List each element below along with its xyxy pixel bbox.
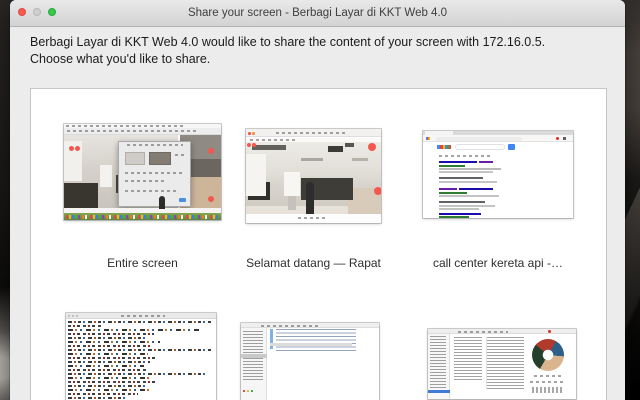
mini-dock — [64, 213, 221, 220]
record-indicator-icon — [75, 146, 80, 151]
record-indicator-icon — [368, 143, 376, 151]
dock-icons-noise — [66, 215, 219, 219]
thumbnail-selamat-datang-rapat[interactable] — [246, 129, 381, 223]
mini-selected-row-blue — [428, 390, 450, 393]
mini-menu-icon — [563, 137, 566, 140]
mini-selected-code-line — [270, 343, 352, 346]
mini-ide-right-pane — [486, 337, 524, 389]
menu-text-noise — [66, 125, 186, 127]
mini-person-figure — [306, 182, 314, 214]
mini-search-results-page — [423, 142, 573, 218]
mini-round-multicolor-logo — [532, 339, 564, 371]
mini-favicon — [426, 137, 430, 140]
mini-ide-middle-pane — [454, 337, 482, 382]
mini-file-tree-sidebar — [241, 328, 267, 400]
mini-traffic-orange — [252, 132, 255, 135]
label-entire-screen: Entire screen — [107, 256, 178, 270]
mini-selected-file-row — [241, 354, 267, 358]
mini-share-dialog — [118, 141, 191, 207]
mini-extension-icon — [556, 137, 559, 140]
mini-ide-sidebar — [428, 334, 450, 399]
record-indicator-icon — [69, 146, 74, 151]
share-screen-dialog: Share your screen - Berbagi Layar di KKT… — [10, 0, 625, 400]
thumbnail-ide-with-logo-window[interactable] — [428, 329, 576, 399]
toolbar-text-noise — [67, 130, 197, 132]
mini-code-lines — [276, 329, 356, 351]
record-indicator-icon — [252, 143, 256, 147]
thumbnail-entire-screen[interactable] — [64, 124, 221, 220]
mini-ide-toolbar — [428, 329, 576, 334]
thumbnail-terminal-window[interactable] — [66, 313, 216, 400]
record-indicator-icon — [208, 148, 214, 154]
label-call-center-kereta-api: call center kereta api -… — [432, 256, 564, 270]
window-title: Share your screen - Berbagi Layar di KKT… — [187, 7, 448, 19]
mini-results-nav-noise — [439, 155, 491, 157]
mini-red-status-dot — [548, 330, 551, 333]
mini-browser-toolbar — [64, 128, 221, 135]
mini-terminal-titlebar — [66, 313, 216, 319]
label-selamat-datang-rapat: Selamat datang — Rapat — [246, 256, 381, 270]
mini-dialog-title-noise — [127, 144, 183, 146]
mini-editor-gutter — [270, 329, 273, 349]
mini-traffic-red — [248, 132, 251, 135]
mini-address-field — [436, 136, 522, 141]
message-line-2: Choose what you'd like to share. — [30, 52, 211, 66]
record-indicator-icon — [374, 187, 381, 195]
share-options-panel: Entire screen Selamat datang — Rapat cal… — [30, 88, 607, 400]
thumbnail-code-editor-window[interactable] — [241, 323, 379, 400]
mini-url-bar — [423, 135, 573, 142]
record-indicator-icon — [208, 196, 214, 202]
mini-person-figure — [159, 196, 165, 209]
mini-search-button — [508, 144, 515, 150]
mini-google-logo — [437, 145, 451, 149]
mini-preview-thumb — [125, 152, 145, 165]
dialog-message: Berbagi Layar di KKT Web 4.0 would like … — [30, 34, 610, 68]
mini-caption-strip — [246, 214, 381, 223]
mini-terminal-output — [68, 321, 214, 400]
thumbnail-call-center-kereta-api[interactable] — [423, 131, 573, 218]
window-titlebar[interactable]: Share your screen - Berbagi Layar di KKT… — [10, 0, 625, 27]
mini-search-field — [455, 144, 505, 150]
mini-blue-button — [179, 198, 186, 202]
mini-preview-thumb — [149, 152, 171, 165]
message-line-1: Berbagi Layar di KKT Web 4.0 would like … — [30, 35, 546, 49]
mini-colored-file-icons — [243, 390, 257, 392]
record-indicator-icon — [247, 143, 251, 147]
screenshot-stage: Share your screen - Berbagi Layar di KKT… — [0, 0, 640, 400]
mini-browser-chrome — [246, 129, 381, 137]
